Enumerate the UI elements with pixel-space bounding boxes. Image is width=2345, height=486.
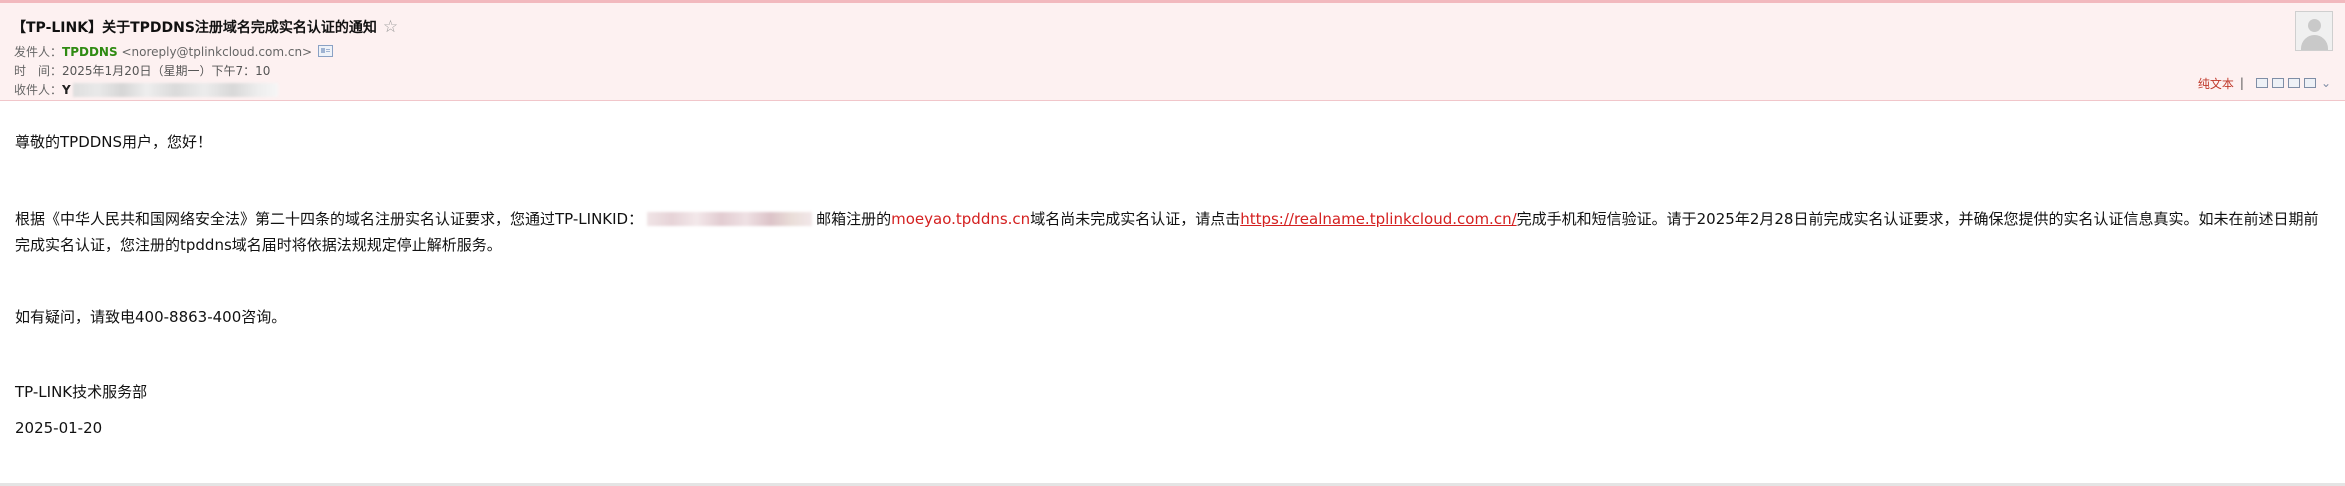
- time-label: 时 间：: [14, 64, 63, 78]
- signature: TP-LINK技术服务部: [15, 383, 148, 401]
- email-toolbar: 纯文本 | ⌄: [2198, 75, 2331, 91]
- para-part-2: 邮箱注册的: [816, 210, 892, 228]
- subject-text: 【TP-LINK】关于TPDDNS注册域名完成实名认证的通知: [12, 20, 377, 36]
- chevron-down-icon[interactable]: ⌄: [2321, 76, 2331, 90]
- sender-avatar[interactable]: [2295, 11, 2333, 51]
- para-part-3: 域名尚未完成实名认证，请点击: [1030, 210, 1241, 228]
- recipient-row: 收件人：Y: [14, 81, 278, 98]
- from-label: 发件人：: [14, 45, 63, 59]
- time-row: 时 间：2025年1月20日（星期一）下午7：10: [14, 62, 270, 79]
- time-value: 2025年1月20日（星期一）下午7：10: [62, 64, 271, 78]
- email-subject: 【TP-LINK】关于TPDDNS注册域名完成实名认证的通知 ☆: [12, 17, 398, 37]
- para-part-1: 根据《中华人民共和国网络安全法》第二十四条的域名注册实名认证要求，您通过TP-L…: [15, 210, 644, 228]
- sender-email[interactable]: <noreply@tplinkcloud.com.cn>: [121, 45, 312, 59]
- contact-card-icon[interactable]: [318, 45, 334, 57]
- tplink-id-redacted: [647, 212, 813, 226]
- sender-row: 发件人：TPDDNS <noreply@tplinkcloud.com.cn>: [14, 43, 334, 60]
- greeting: 尊敬的TPDDNS用户，您好！: [15, 133, 213, 151]
- print-icon[interactable]: [2303, 78, 2316, 88]
- recipient-initial: Y: [62, 83, 71, 97]
- to-label: 收件人：: [14, 83, 63, 97]
- avatar-head-shape: [2308, 19, 2321, 32]
- archive-icon[interactable]: [2287, 78, 2300, 88]
- realname-auth-link[interactable]: https://realname.tplinkcloud.com.cn/: [1240, 210, 1516, 228]
- help-text: 如有疑问，请致电400-8863-400咨询。: [15, 308, 287, 326]
- toolbar-separator: |: [2239, 76, 2244, 90]
- email-header: 【TP-LINK】关于TPDDNS注册域名完成实名认证的通知 ☆ 发件人：TPDD…: [0, 0, 2345, 101]
- main-paragraph: 根据《中华人民共和国网络安全法》第二十四条的域名注册实名认证要求，您通过TP-L…: [15, 206, 2333, 258]
- avatar-body-shape: [2301, 35, 2328, 50]
- fullscreen-icon[interactable]: [2271, 78, 2284, 88]
- recipient-redacted: [72, 83, 278, 97]
- sender-name[interactable]: TPDDNS: [62, 45, 118, 59]
- new-window-icon[interactable]: [2255, 78, 2268, 88]
- domain-name: moeyao.tpddns.cn: [891, 210, 1031, 228]
- star-icon[interactable]: ☆: [383, 17, 398, 37]
- plain-text-link[interactable]: 纯文本: [2198, 75, 2234, 92]
- email-reader: 【TP-LINK】关于TPDDNS注册域名完成实名认证的通知 ☆ 发件人：TPDD…: [0, 0, 2345, 486]
- signature-date: 2025-01-20: [15, 419, 103, 437]
